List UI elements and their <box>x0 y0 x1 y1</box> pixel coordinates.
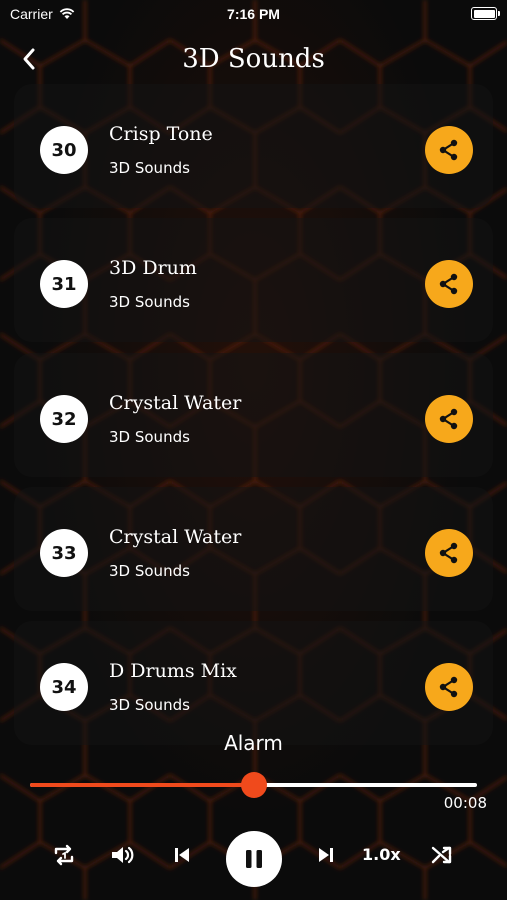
sound-number-badge: 32 <box>40 395 88 443</box>
page-title: 3D Sounds <box>182 44 325 74</box>
sound-list-item[interactable]: 32 Crystal Water 3D Sounds <box>14 353 493 477</box>
share-icon <box>439 408 458 430</box>
skip-next-icon <box>319 848 333 862</box>
volume-icon <box>112 846 134 864</box>
pause-button[interactable] <box>226 831 282 887</box>
share-button[interactable] <box>425 663 473 711</box>
shuffle-icon <box>431 846 452 864</box>
progress-thumb[interactable] <box>240 772 267 798</box>
share-icon <box>439 542 458 564</box>
share-button[interactable] <box>425 529 473 577</box>
share-button[interactable] <box>425 395 473 443</box>
sound-category: 3D Sounds <box>109 562 190 580</box>
share-button[interactable] <box>425 126 473 174</box>
sound-category: 3D Sounds <box>109 696 190 714</box>
playback-speed-button[interactable]: 1.0x <box>362 845 401 864</box>
sound-list-item[interactable]: 31 3D Drum 3D Sounds <box>14 218 493 342</box>
pause-icon <box>246 850 262 868</box>
skip-previous-icon <box>175 848 189 862</box>
sound-name: 3D Drum <box>109 257 197 279</box>
sound-list-item[interactable]: 33 Crystal Water 3D Sounds <box>14 487 493 611</box>
navigation-bar: 3D Sounds <box>0 36 507 84</box>
repeat-one-icon <box>54 844 74 866</box>
progress-slider[interactable] <box>30 772 477 798</box>
sound-category: 3D Sounds <box>109 159 190 177</box>
repeat-one-button[interactable] <box>46 837 82 873</box>
sound-list-item[interactable]: 30 Crisp Tone 3D Sounds <box>14 84 493 208</box>
sound-number-badge: 33 <box>40 529 88 577</box>
sound-number-badge: 31 <box>40 260 88 308</box>
now-playing-title: Alarm <box>224 731 283 755</box>
app-screen: Carrier 7:16 PM 3D Sounds 30 Crisp Tone … <box>0 0 507 900</box>
share-button[interactable] <box>425 260 473 308</box>
clock: 7:16 PM <box>227 6 280 22</box>
sound-name: Crystal Water <box>109 392 242 414</box>
progress-played <box>30 783 254 787</box>
battery-icon <box>471 7 500 20</box>
share-icon <box>439 139 458 161</box>
sound-name: Crisp Tone <box>109 123 213 145</box>
sound-category: 3D Sounds <box>109 428 190 446</box>
sound-name: D Drums Mix <box>109 660 237 682</box>
previous-button[interactable] <box>164 837 200 873</box>
elapsed-time: 00:08 <box>443 794 487 812</box>
status-bar: Carrier 7:16 PM <box>0 0 507 28</box>
sound-name: Crystal Water <box>109 526 242 548</box>
playback-controls: 1.0x <box>0 829 507 887</box>
share-icon <box>439 676 458 698</box>
share-icon <box>439 273 458 295</box>
sound-number-badge: 34 <box>40 663 88 711</box>
sound-category: 3D Sounds <box>109 293 190 311</box>
volume-button[interactable] <box>104 837 140 873</box>
next-button[interactable] <box>308 837 344 873</box>
audio-player: Alarm 00:08 1.0x <box>0 725 507 900</box>
shuffle-button[interactable] <box>424 837 460 873</box>
sound-number-badge: 30 <box>40 126 88 174</box>
